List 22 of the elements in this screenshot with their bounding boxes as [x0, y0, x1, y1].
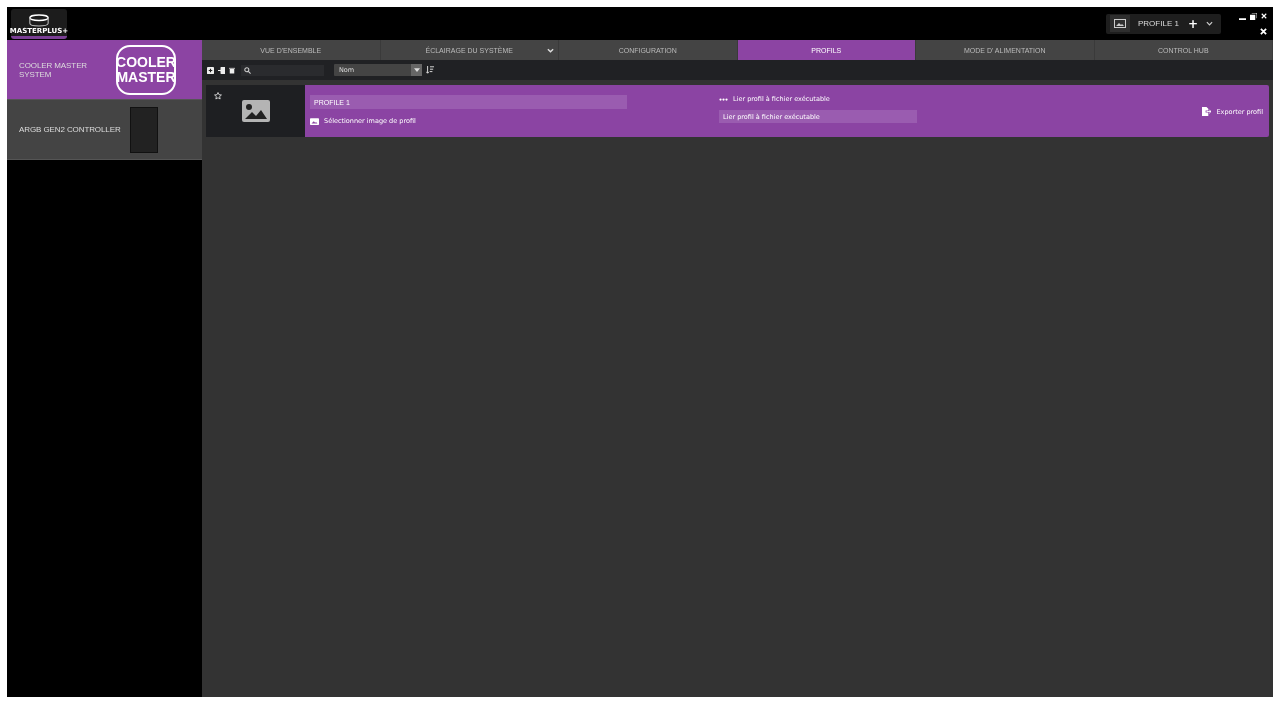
sidebar-item[interactable]: ARGB GEN2 CONTROLLER: [7, 100, 202, 160]
sort-order-icon[interactable]: [426, 66, 434, 74]
profile-name: PROFILE 1: [1138, 19, 1180, 28]
image-icon: [1110, 15, 1130, 32]
search-icon: [244, 66, 251, 74]
caret-icon[interactable]: [1206, 21, 1213, 26]
sidebar-item[interactable]: COOLER MASTER SYSTEM COOLER MASTER: [7, 40, 202, 100]
cylinder-icon: [28, 13, 50, 27]
trash-icon[interactable]: [229, 66, 235, 74]
dots-icon: [719, 97, 728, 101]
restore-icon[interactable]: [1250, 12, 1257, 20]
brand-logo: COOLER MASTER: [116, 44, 176, 95]
add-profile-button[interactable]: +: [1187, 16, 1198, 31]
controller-device-image: [130, 106, 158, 153]
image-placeholder-icon: [241, 100, 270, 122]
image-icon: [310, 117, 319, 125]
profile-switcher[interactable]: PROFILE 1 +: [1106, 13, 1221, 34]
search-field[interactable]: [241, 64, 324, 76]
export-icon: [1202, 107, 1212, 116]
add-icon[interactable]: [207, 66, 214, 74]
star-icon[interactable]: [214, 92, 222, 100]
close-icon[interactable]: [1261, 13, 1267, 19]
